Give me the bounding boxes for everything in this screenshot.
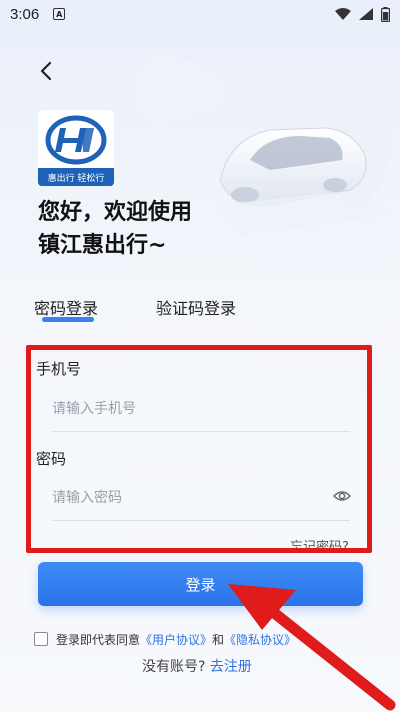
back-button[interactable] — [34, 58, 58, 84]
tab-code-login[interactable]: 验证码登录 — [156, 295, 236, 319]
welcome-line-2: 镇江惠出行~ — [38, 233, 167, 258]
welcome-heading: 您好，欢迎使用 镇江惠出行~ — [38, 196, 192, 262]
status-time: 3:06 — [10, 5, 40, 23]
agreement-row: 登录即代表同意 《用户协议》 和 《隐私协议》 — [34, 630, 296, 648]
battery-icon — [381, 6, 390, 22]
agreement-checkbox[interactable] — [34, 632, 48, 646]
welcome-line-1: 您好，欢迎使用 — [38, 200, 193, 225]
signal-icon — [359, 8, 373, 20]
register-prompt: 没有账号? — [142, 659, 206, 675]
logo-mark-icon — [38, 110, 114, 168]
login-button[interactable]: 登录 — [38, 562, 363, 606]
agreement-and: 和 — [212, 632, 225, 647]
user-agreement-link[interactable]: 《用户协议》 — [140, 631, 212, 648]
wifi-icon — [335, 8, 351, 20]
agreement-prefix: 登录即代表同意 — [56, 632, 141, 647]
status-icons — [335, 6, 390, 22]
login-tabs: 密码登录 验证码登录 — [34, 295, 374, 325]
logo-caption: 惠出行 轻松行 — [38, 168, 114, 186]
register-row: 没有账号? 去注册 — [142, 656, 252, 676]
register-link[interactable]: 去注册 — [210, 659, 252, 675]
tab-password-login[interactable]: 密码登录 — [34, 295, 98, 319]
status-bar: 3:06 A — [0, 0, 400, 28]
annotation-highlight-box — [26, 345, 372, 553]
app-notification-icon: A — [53, 8, 66, 20]
chevron-left-icon — [40, 61, 52, 81]
app-logo: 惠出行 轻松行 — [38, 110, 114, 186]
privacy-agreement-link[interactable]: 《隐私协议》 — [224, 631, 296, 648]
